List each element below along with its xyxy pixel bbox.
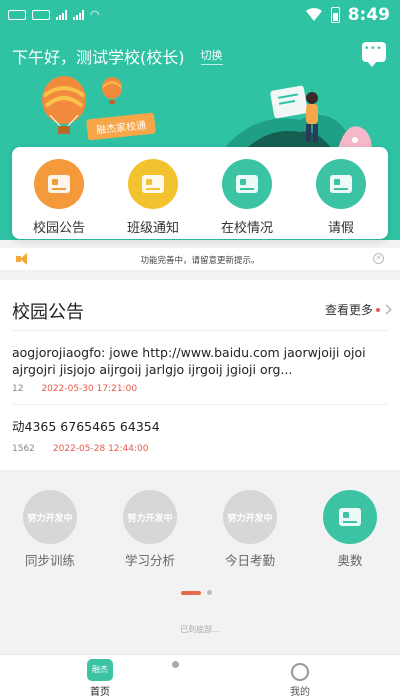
notification-icon	[8, 9, 26, 20]
board-icon	[222, 159, 272, 209]
feature-sync-training[interactable]: 努力开发中 同步训练	[10, 490, 90, 569]
divider	[12, 404, 388, 405]
tab-mine[interactable]: 我的	[280, 663, 320, 698]
quick-action-label: 在校情况	[220, 221, 273, 236]
quick-action-leave-request[interactable]: 请假	[301, 159, 381, 236]
wifi-icon	[305, 8, 322, 21]
feature-grid: 努力开发中 同步训练 努力开发中 学习分析 努力开发中 今日考勤 奥数 已到底部…	[0, 478, 400, 654]
view-more-label: 查看更多	[324, 303, 373, 317]
user-icon	[291, 663, 309, 681]
feature-label: 同步训练	[24, 553, 75, 568]
signal-icon	[73, 9, 84, 20]
feature-math-olympiad[interactable]: 奥数	[310, 490, 390, 569]
page-indicator	[181, 590, 212, 595]
quick-action-class-notice[interactable]: 班级通知	[113, 159, 193, 236]
view-more-link[interactable]: 查看更多	[324, 301, 392, 318]
announcement-count: 1562	[12, 444, 35, 454]
class-notice-icon	[128, 159, 178, 209]
feature-today-attendance[interactable]: 努力开发中 今日考勤	[210, 490, 290, 569]
feature-label: 学习分析	[124, 553, 175, 568]
notice-bar: 功能完善中，请留意更新提示。 ✕	[0, 248, 400, 270]
status-time: 8:49	[347, 5, 390, 25]
under-development-icon: 努力开发中	[223, 490, 277, 544]
under-development-icon: 努力开发中	[23, 490, 77, 544]
message-icon[interactable]	[362, 42, 386, 67]
unread-dot-icon	[376, 307, 380, 312]
wifi-icon: ◠	[90, 8, 100, 21]
tab-dot-icon	[172, 661, 179, 668]
greeting-text: 下午好，测试学校(校长)	[12, 48, 185, 67]
quick-action-label: 校园公告	[32, 221, 85, 236]
page-indicator-dot[interactable]	[207, 590, 212, 595]
announcement-date: 2022-05-28 12:44:00	[52, 444, 149, 454]
chevron-right-icon	[381, 304, 392, 315]
announcement-title: 动4365 6765465 64354	[12, 419, 160, 434]
announcement-meta: 1562 2022-05-28 12:44:00	[12, 444, 149, 454]
quick-action-school-announcement[interactable]: 校园公告	[19, 159, 99, 236]
quick-actions-card: 校园公告 班级通知 在校情况 请假	[12, 147, 388, 239]
board-icon	[316, 159, 366, 209]
quick-action-label: 班级通知	[126, 221, 179, 236]
feature-label: 奥数	[337, 553, 363, 568]
quick-action-label: 请假	[327, 221, 354, 236]
tab-home[interactable]: 融杰 首页	[80, 659, 120, 698]
end-of-list-text: 已到底部...	[180, 625, 220, 634]
announcement-date: 2022-05-30 17:21:00	[41, 384, 138, 394]
notice-text: 功能完善中，请留意更新提示。	[140, 256, 260, 266]
home-icon: 融杰	[87, 659, 113, 681]
under-development-icon: 努力开发中	[123, 490, 177, 544]
announcement-icon	[34, 159, 84, 209]
section-title: 校园公告	[12, 302, 84, 323]
greeting-row: 下午好，测试学校(校长) 切换	[12, 44, 223, 68]
announcements-section: 校园公告 查看更多 aogjorojiaogfo: jowe http://ww…	[0, 280, 400, 470]
divider	[12, 330, 388, 331]
notification-icon	[32, 9, 50, 20]
feature-label: 今日考勤	[224, 553, 275, 568]
announcement-title: aogjorojiaogfo: jowe http://www.baidu.co…	[12, 345, 366, 377]
signal-icon	[56, 9, 67, 20]
announcement-meta: 12 2022-05-30 17:21:00	[12, 384, 137, 394]
announcement-count: 12	[12, 384, 24, 394]
status-bar: ◠ 8:49	[0, 0, 400, 30]
quick-action-attendance-status[interactable]: 在校情况	[207, 159, 287, 236]
board-icon	[323, 490, 377, 544]
tab-home-label: 首页	[90, 687, 110, 698]
close-icon[interactable]: ✕	[373, 253, 384, 264]
tab-mine-label: 我的	[290, 687, 310, 698]
switch-role-button[interactable]: 切换	[200, 47, 223, 65]
page-indicator-active	[181, 590, 201, 595]
battery-icon	[330, 7, 340, 23]
feature-learning-analysis[interactable]: 努力开发中 学习分析	[110, 490, 190, 569]
bottom-tab-bar: 融杰 首页 我的	[0, 654, 400, 700]
